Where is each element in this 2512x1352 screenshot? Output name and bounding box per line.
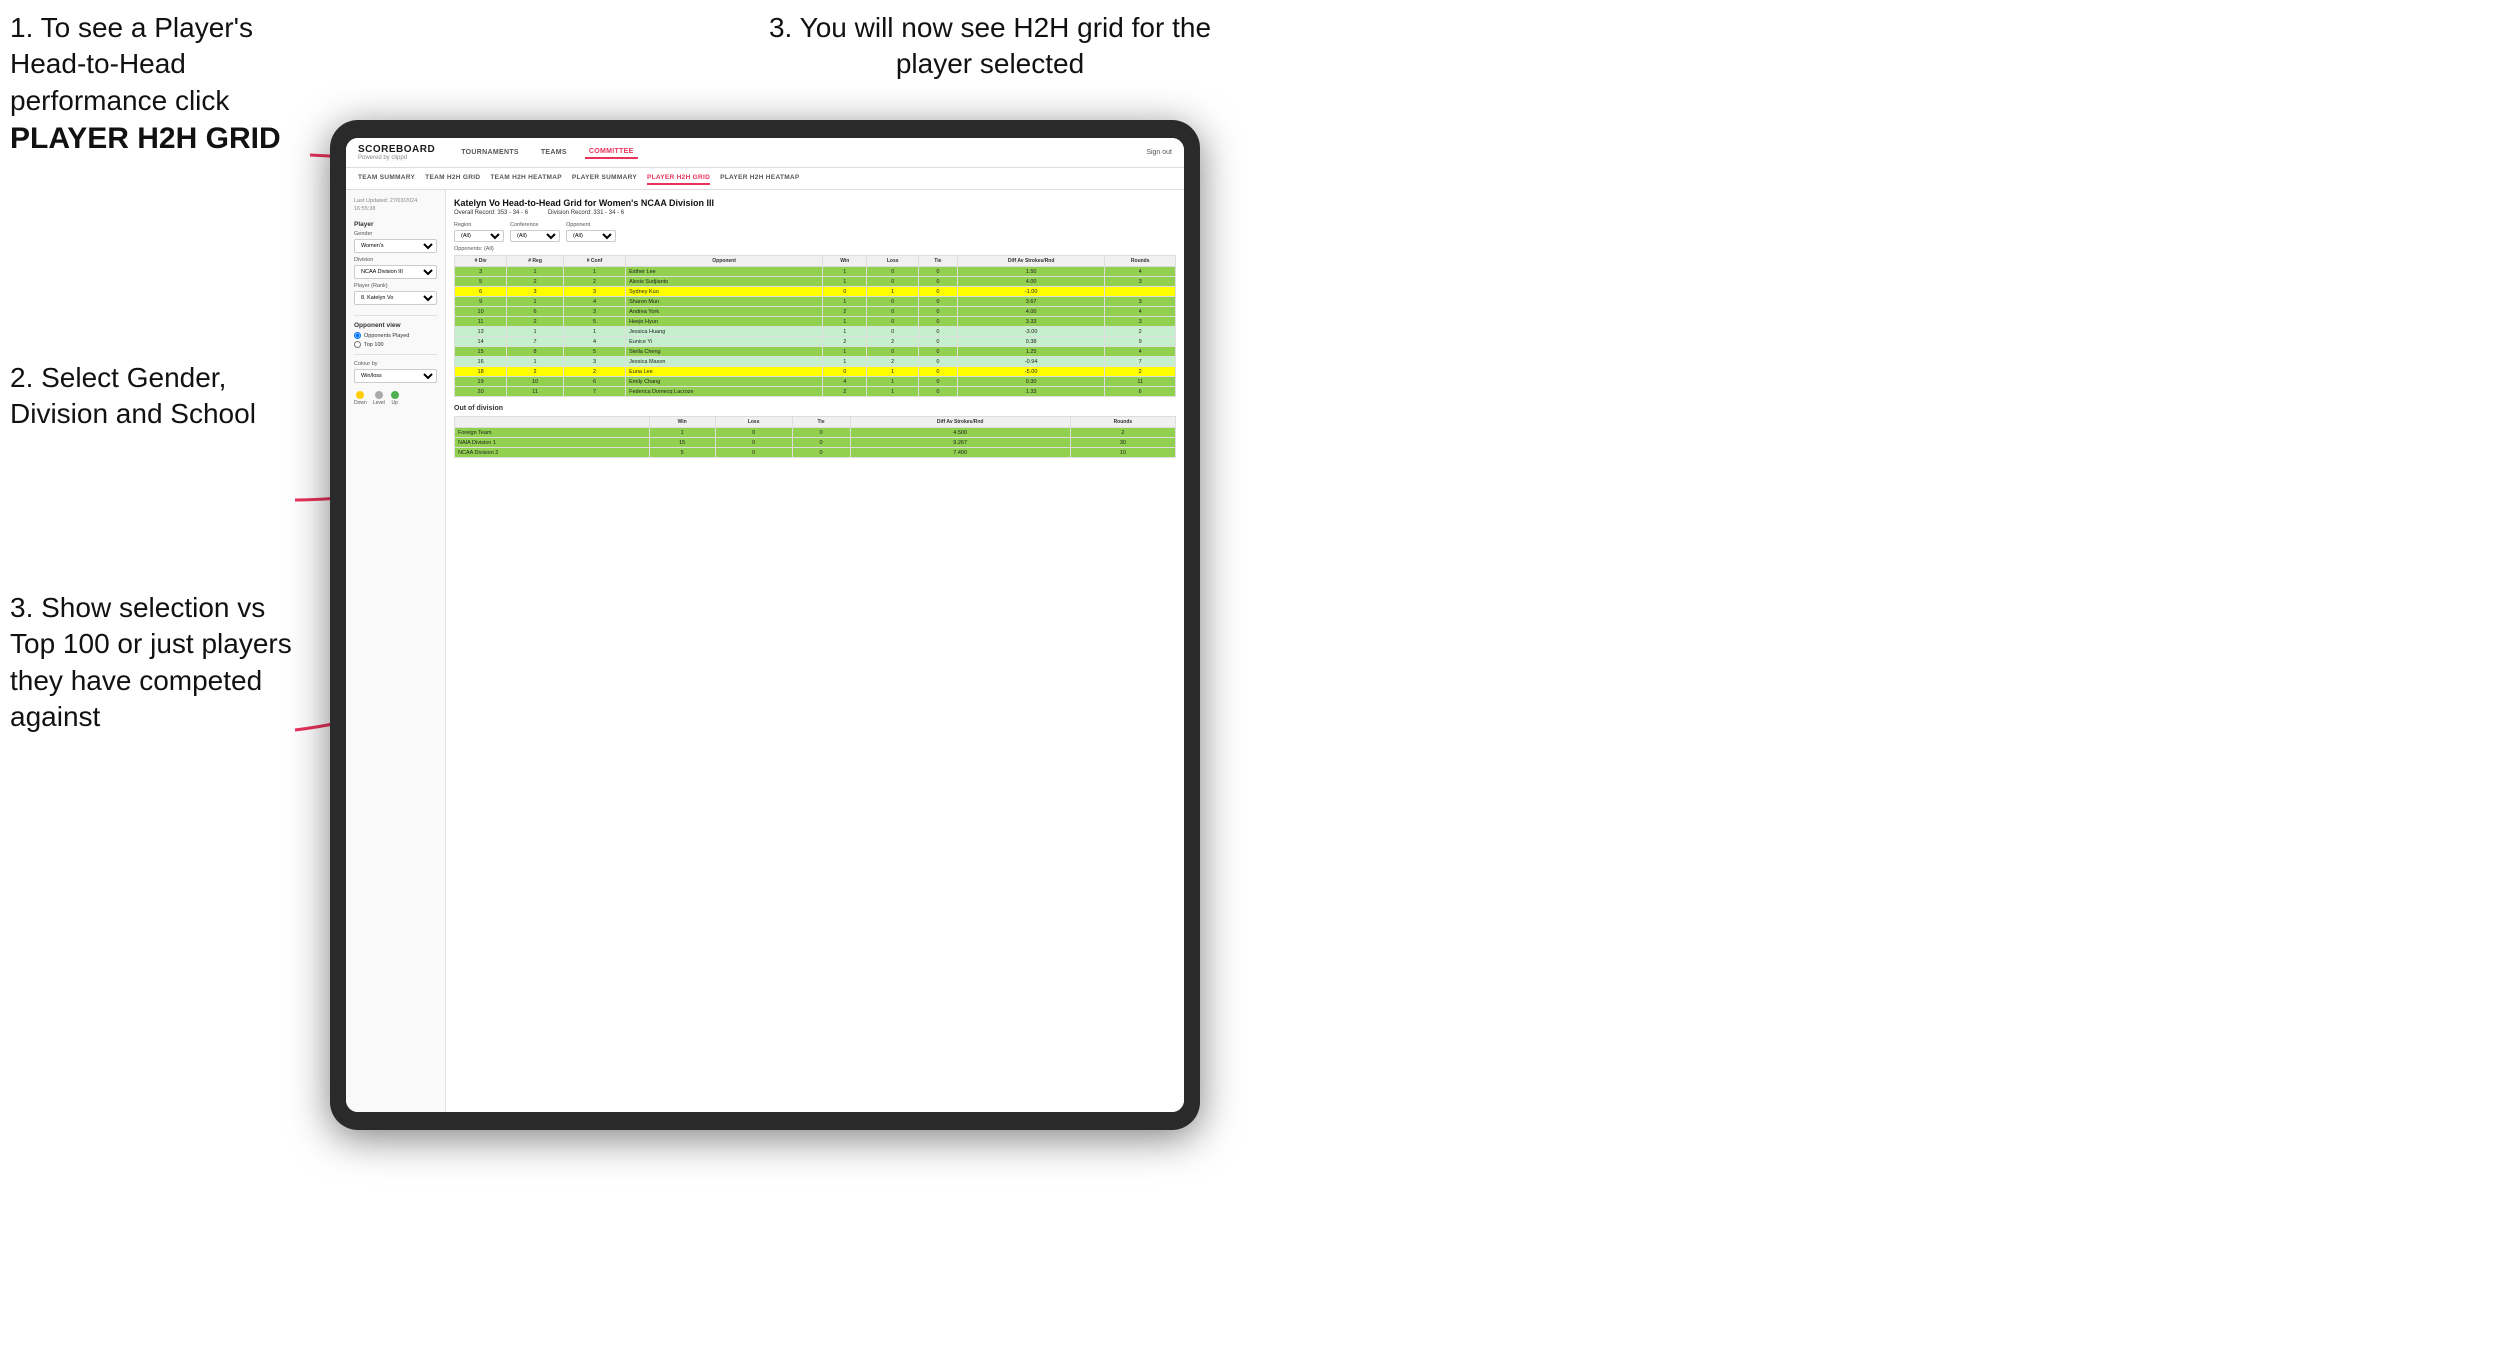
table-row: 10 6 3 Andrea York 2 0 0 4.00 4 xyxy=(455,307,1176,317)
instruction-bot-left: 3. Show selection vs Top 100 or just pla… xyxy=(10,590,300,736)
grid-area: Katelyn Vo Head-to-Head Grid for Women's… xyxy=(446,190,1184,1112)
sub-nav-team-h2h-heatmap[interactable]: TEAM H2H HEATMAP xyxy=(490,172,562,185)
step1-bold: PLAYER H2H GRID xyxy=(10,122,281,155)
table-row: 6 3 3 Sydney Kuo 0 1 0 -1.00 xyxy=(455,287,1176,297)
grid-records: Overall Record: 353 - 34 - 6 Division Re… xyxy=(454,210,1176,216)
col-conf: # Conf xyxy=(563,256,625,267)
main-data-table: # Div # Reg # Conf Opponent Win Loss Tie… xyxy=(454,255,1176,397)
filter-group-region: Region (All) xyxy=(454,222,504,242)
table-header-row: # Div # Reg # Conf Opponent Win Loss Tie… xyxy=(455,256,1176,267)
instruction-mid-left: 2. Select Gender, Division and School xyxy=(10,360,300,433)
sub-nav-team-h2h-grid[interactable]: TEAM H2H GRID xyxy=(425,172,480,185)
colour-legend: Down Level Up xyxy=(354,391,437,406)
sidebar-divider2 xyxy=(354,354,437,355)
instruction-top-left: 1. To see a Player's Head-to-Head perfor… xyxy=(10,10,320,158)
table-row: 13 1 1 Jessica Huang 1 0 0 -3.00 2 xyxy=(455,327,1176,337)
out-of-division-title: Out of division xyxy=(454,405,1176,412)
sidebar-colour-by-select[interactable]: Win/loss xyxy=(354,369,437,383)
sidebar-player-rank-label: Player (Rank) xyxy=(354,283,437,289)
sidebar-colour-by-label: Colour by xyxy=(354,361,437,367)
sub-nav-player-h2h-heatmap[interactable]: PLAYER H2H HEATMAP xyxy=(720,172,799,185)
step3-top-text: 3. You will now see H2H grid for the pla… xyxy=(769,12,1211,79)
grid-title: Katelyn Vo Head-to-Head Grid for Women's… xyxy=(454,198,1176,208)
tablet-device: SCOREBOARD Powered by clippd TOURNAMENTS… xyxy=(330,120,1200,1130)
opponents-label: Opponents: (All) xyxy=(454,246,1176,252)
step3-bot-text: 3. Show selection vs Top 100 or just pla… xyxy=(10,592,292,732)
step2-text: 2. Select Gender, Division and School xyxy=(10,362,256,429)
sidebar-gender-label: Gender xyxy=(354,231,437,237)
sidebar-divider1 xyxy=(354,315,437,316)
sub-nav-player-h2h-grid[interactable]: PLAYER H2H GRID xyxy=(647,172,710,185)
col-opponent: Opponent xyxy=(626,256,823,267)
table-row: 5 2 2 Alexis Sudjianto 1 0 0 4.00 3 xyxy=(455,277,1176,287)
out-div-header-row: WinLossTieDiff Av Strokes/RndRounds xyxy=(455,417,1176,428)
table-row: 14 7 4 Eunice Yi 2 2 0 0.38 9 xyxy=(455,337,1176,347)
sub-nav: TEAM SUMMARY TEAM H2H GRID TEAM H2H HEAT… xyxy=(346,168,1184,190)
filters-row: Region (All) Conference (All) Opponent xyxy=(454,222,1176,242)
sidebar: Last Updated: 27/03/2024 16:55:38 Player… xyxy=(346,190,446,1112)
table-row: 20 11 7 Federica Domecq Lacroze 2 1 0 1.… xyxy=(455,387,1176,397)
table-row: 18 2 2 Euna Lee 0 1 0 -5.00 2 xyxy=(455,367,1176,377)
table-row: NAIA Division 1 15 0 0 9.267 30 xyxy=(455,438,1176,448)
col-reg: # Reg xyxy=(507,256,564,267)
division-record: Division Record: 331 - 34 - 6 xyxy=(548,210,624,216)
nav-committee[interactable]: COMMITTEE xyxy=(585,146,638,159)
sidebar-timestamp: Last Updated: 27/03/2024 16:55:38 xyxy=(354,198,437,213)
sidebar-radio-top100[interactable]: Top 100 xyxy=(354,341,437,348)
step1-text: 1. To see a Player's Head-to-Head perfor… xyxy=(10,12,253,116)
col-loss: Loss xyxy=(867,256,918,267)
opponent-filter-select[interactable]: (All) xyxy=(566,230,616,242)
logo-sub: Powered by clippd xyxy=(358,155,435,161)
sidebar-radio-opponents[interactable]: Opponents Played xyxy=(354,332,437,339)
sidebar-player-select[interactable]: 8. Katelyn Vo xyxy=(354,291,437,305)
logo-text: SCOREBOARD xyxy=(358,144,435,155)
colour-dot-up xyxy=(391,391,399,399)
colour-dot-level xyxy=(375,391,383,399)
filter-group-opponent: Opponent (All) xyxy=(566,222,616,242)
sub-nav-player-summary[interactable]: PLAYER SUMMARY xyxy=(572,172,637,185)
table-row: Foreign Team 1 0 0 4.500 2 xyxy=(455,428,1176,438)
nav-teams[interactable]: TEAMS xyxy=(537,147,571,158)
sub-nav-team-summary[interactable]: TEAM SUMMARY xyxy=(358,172,415,185)
sidebar-opponent-view-label: Opponent view xyxy=(354,322,437,329)
instruction-top-right: 3. You will now see H2H grid for the pla… xyxy=(750,10,1230,83)
sidebar-division-select[interactable]: NCAA Division III NCAA Division I NCAA D… xyxy=(354,265,437,279)
filter-group-conference: Conference (All) xyxy=(510,222,560,242)
table-row: 16 1 3 Jessica Mason 1 2 0 -0.94 7 xyxy=(455,357,1176,367)
overall-record: Overall Record: 353 - 34 - 6 xyxy=(454,210,528,216)
conference-filter-select[interactable]: (All) xyxy=(510,230,560,242)
sidebar-player-section: Player xyxy=(354,221,437,228)
out-of-div-table: WinLossTieDiff Av Strokes/RndRounds Fore… xyxy=(454,416,1176,458)
colour-dot-down xyxy=(356,391,364,399)
col-tie: Tie xyxy=(918,256,957,267)
col-win: Win xyxy=(823,256,867,267)
table-row: NCAA Division 2 5 0 0 7.400 10 xyxy=(455,448,1176,458)
region-filter-select[interactable]: (All) xyxy=(454,230,504,242)
nav-bar: SCOREBOARD Powered by clippd TOURNAMENTS… xyxy=(346,138,1184,168)
table-row: 19 10 6 Emily Chang 4 1 0 0.30 11 xyxy=(455,377,1176,387)
table-row: 3 1 1 Esther Lee 1 0 0 1.50 4 xyxy=(455,267,1176,277)
col-rounds: Rounds xyxy=(1105,256,1176,267)
sidebar-division-label: Division xyxy=(354,257,437,263)
main-content: Last Updated: 27/03/2024 16:55:38 Player… xyxy=(346,190,1184,1112)
table-row: 11 2 5 Heejo Hyun 1 0 0 3.33 3 xyxy=(455,317,1176,327)
table-row: 9 1 4 Sharon Mun 1 0 0 3.67 3 xyxy=(455,297,1176,307)
tablet-screen: SCOREBOARD Powered by clippd TOURNAMENTS… xyxy=(346,138,1184,1112)
sidebar-gender-select[interactable]: Women's Men's xyxy=(354,239,437,253)
col-diff: Diff Av Strokes/Rnd xyxy=(957,256,1105,267)
col-div: # Div xyxy=(455,256,507,267)
table-row: 15 8 5 Stella Cheng 1 0 0 1.25 4 xyxy=(455,347,1176,357)
sign-out-link[interactable]: Sign out xyxy=(1146,149,1172,156)
logo-area: SCOREBOARD Powered by clippd xyxy=(358,144,435,161)
nav-tournaments[interactable]: TOURNAMENTS xyxy=(457,147,523,158)
